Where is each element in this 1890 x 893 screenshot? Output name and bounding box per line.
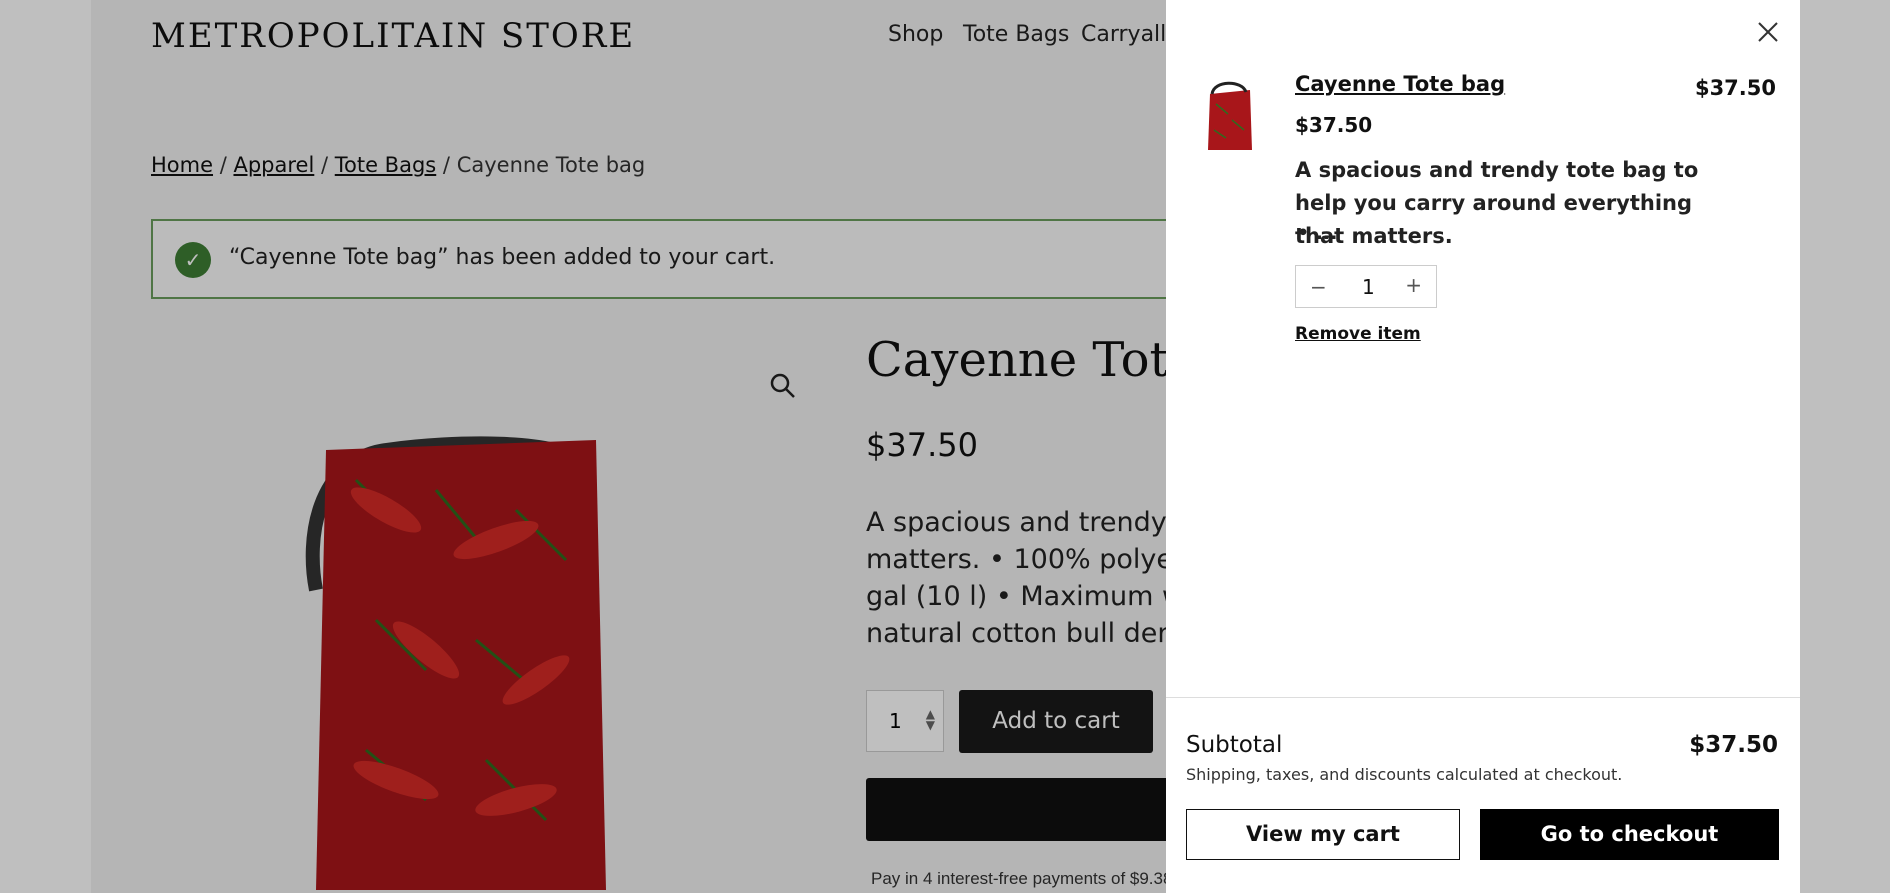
shipping-note: Shipping, taxes, and discounts calculate…	[1186, 765, 1623, 784]
breadcrumb-sep: /	[320, 153, 329, 177]
plus-icon[interactable]: +	[1405, 273, 1422, 297]
subtotal-label: Subtotal	[1186, 732, 1283, 758]
remove-item-link[interactable]: Remove item	[1295, 324, 1421, 344]
product-qty-input[interactable]: 1 ▲ ▼	[866, 690, 944, 752]
store-logo[interactable]: METROPOLITAIN STORE	[151, 16, 635, 56]
qty-value: 1	[889, 709, 902, 733]
minus-icon[interactable]: −	[1310, 275, 1327, 299]
mini-cart-drawer	[1166, 0, 1800, 893]
close-icon[interactable]	[1756, 16, 1780, 50]
cart-item-description: A spacious and trendy tote bag to help y…	[1295, 158, 1699, 248]
nav-carryalls[interactable]: Carryalls	[1081, 22, 1178, 47]
nav-tote-bags[interactable]: Tote Bags	[963, 22, 1069, 47]
check-icon: ✓	[175, 242, 211, 278]
add-to-cart-button[interactable]: Add to cart	[959, 690, 1153, 753]
cart-item-name[interactable]: Cayenne Tote bag	[1295, 72, 1505, 96]
notice-message: “Cayenne Tote bag” has been added to you…	[229, 245, 776, 270]
subtotal-value: $37.50	[1689, 732, 1778, 758]
breadcrumb-sep: /	[219, 153, 227, 177]
pay-in-4-text: Pay in 4 interest-free payments of $9.38…	[871, 869, 1190, 888]
magnifier-icon[interactable]	[769, 372, 797, 407]
breadcrumb-current: Cayenne Tote bag	[456, 153, 646, 177]
product-image[interactable]	[276, 420, 676, 890]
cart-item-total: $37.50	[1694, 76, 1776, 100]
cart-item-more: • ...	[1297, 222, 1338, 244]
quantity-stepper: − 1 +	[1295, 265, 1437, 308]
view-cart-button[interactable]: View my cart	[1186, 809, 1460, 860]
nav-shop[interactable]: Shop	[888, 22, 943, 47]
quantity-value[interactable]: 1	[1362, 275, 1375, 299]
breadcrumb-home[interactable]: Home	[151, 153, 213, 177]
product-title: Cayenne Tote	[866, 332, 1198, 388]
cart-item-thumbnail[interactable]	[1202, 80, 1258, 152]
breadcrumb-sep: /	[442, 153, 450, 177]
checkout-button[interactable]: Go to checkout	[1480, 809, 1779, 860]
breadcrumb-apparel[interactable]: Apparel	[233, 153, 314, 177]
breadcrumb-tote-bags[interactable]: Tote Bags	[335, 153, 436, 177]
cart-item-price: $37.50	[1295, 113, 1373, 137]
spinner-icon[interactable]: ▲ ▼	[926, 708, 935, 731]
divider	[1166, 697, 1800, 698]
breadcrumb: Home / Apparel / Tote Bags / Cayenne Tot…	[151, 153, 645, 177]
product-price: $37.50	[866, 426, 978, 464]
